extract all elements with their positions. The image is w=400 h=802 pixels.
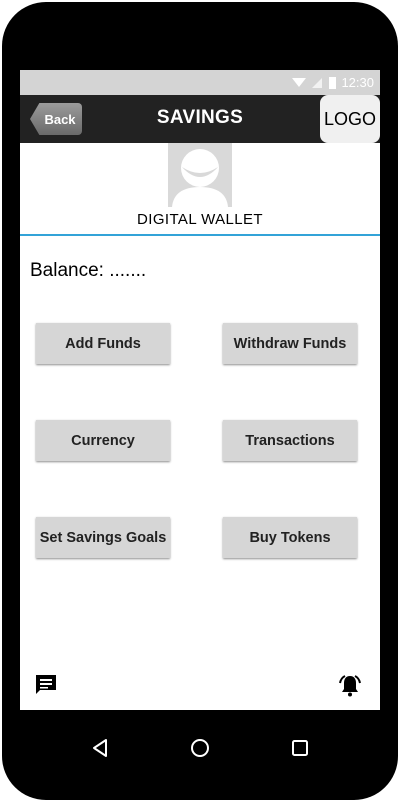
wifi-icon bbox=[292, 78, 306, 87]
app-bar: Back SAVINGS LOGO bbox=[20, 95, 380, 143]
status-icons bbox=[292, 76, 336, 95]
withdraw-funds-button[interactable]: Withdraw Funds bbox=[223, 323, 357, 364]
currency-button[interactable]: Currency bbox=[36, 420, 170, 461]
nav-back-icon[interactable] bbox=[90, 738, 110, 758]
add-funds-button[interactable]: Add Funds bbox=[36, 323, 170, 364]
user-placeholder-icon bbox=[168, 143, 232, 207]
nav-home-icon[interactable] bbox=[190, 738, 210, 758]
logo: LOGO bbox=[320, 95, 380, 143]
status-bar: 12:30 bbox=[20, 70, 380, 95]
divider bbox=[20, 234, 380, 236]
transactions-button[interactable]: Transactions bbox=[223, 420, 357, 461]
wallet-label: DIGITAL WALLET bbox=[137, 211, 263, 228]
avatar bbox=[168, 143, 232, 207]
app-screen: 12:30 Back SAVINGS LOGO DIGITAL WALLET B… bbox=[20, 70, 380, 710]
signal-icon bbox=[312, 78, 322, 88]
nav-recent-apps-icon[interactable] bbox=[290, 738, 310, 758]
buy-tokens-button[interactable]: Buy Tokens bbox=[223, 517, 357, 558]
bell-alert-icon[interactable] bbox=[338, 674, 362, 698]
balance-text: Balance: ....... bbox=[30, 260, 147, 281]
system-nav-bar bbox=[20, 710, 380, 788]
chat-icon[interactable] bbox=[34, 673, 58, 697]
battery-icon bbox=[329, 77, 336, 89]
status-time: 12:30 bbox=[341, 75, 374, 90]
set-savings-goals-button[interactable]: Set Savings Goals bbox=[36, 517, 170, 558]
